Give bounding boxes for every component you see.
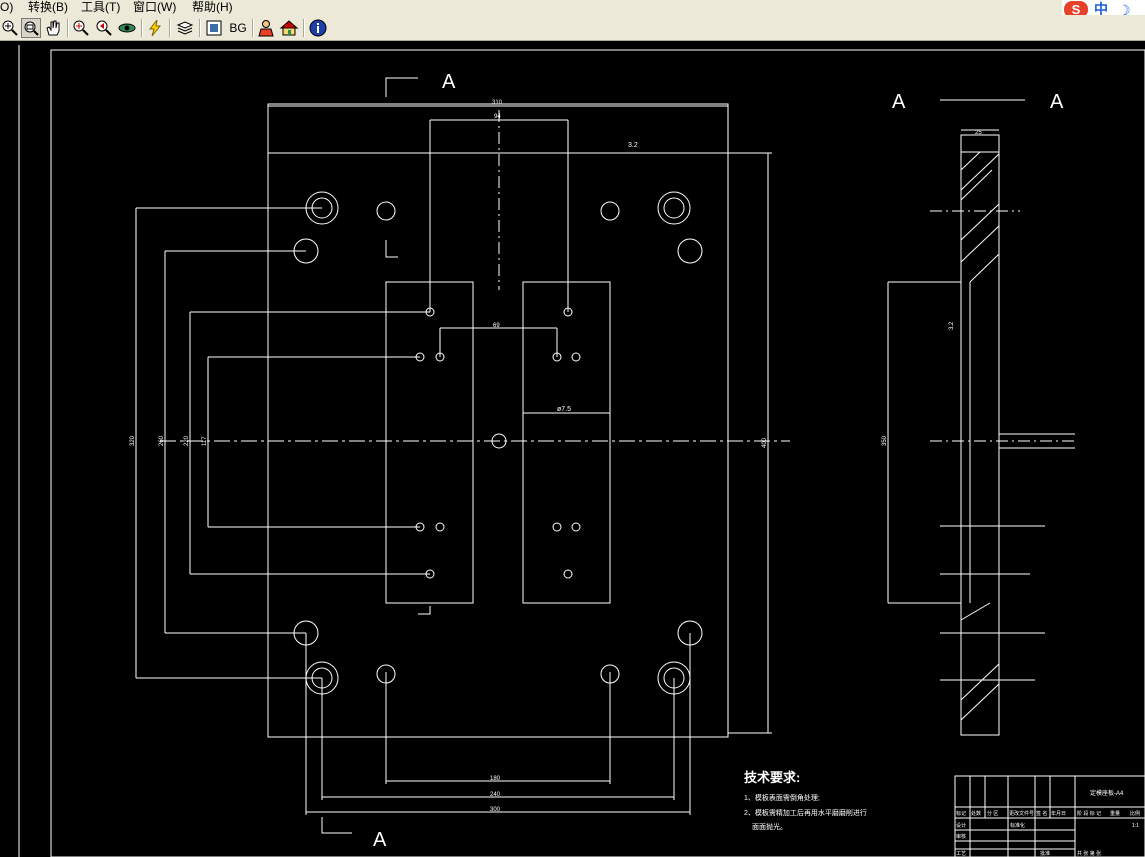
dim-overall-width: 310	[492, 100, 503, 106]
section-label-bottom: A	[373, 829, 387, 851]
section-label-top: A	[442, 71, 456, 93]
tech-requirement-line: 面面抛光。	[752, 822, 787, 831]
dim-side-thickness: 25	[975, 130, 982, 136]
menu-tools[interactable]: 工具(T)	[81, 0, 120, 14]
regen-button[interactable]	[145, 18, 165, 38]
tb-row-process: 工艺	[956, 851, 966, 857]
user-button[interactable]	[256, 18, 276, 38]
layers-button[interactable]	[175, 18, 195, 38]
magnifier-plus-icon	[2, 20, 18, 36]
tb-weight: 重量	[1110, 810, 1120, 817]
user-icon	[258, 20, 274, 37]
menu-view[interactable]: O)	[0, 0, 13, 14]
tech-requirement-line: 2、模板需精加工后再用水平磨磨削进行	[744, 808, 867, 817]
layers-icon	[176, 21, 194, 35]
frame-button[interactable]	[204, 18, 224, 38]
info-icon	[309, 19, 327, 37]
section-label-side-right: A	[1050, 91, 1064, 113]
eye-icon	[118, 23, 136, 33]
hand-icon	[46, 20, 60, 36]
tb-header-mark: 标记	[956, 810, 966, 817]
dim-bottom-mid: 240	[490, 792, 501, 798]
magnifier-window-icon	[24, 21, 39, 36]
tb-scale: 比例	[1130, 810, 1140, 817]
magnifier-realtime-icon	[73, 20, 89, 36]
slot-left	[385, 281, 474, 604]
cad-drawing-canvas[interactable]: A A A A 310 94 69 ø7.5 180 240 300 320 2…	[0, 40, 1145, 857]
tb-scale-value: 1:1	[1132, 823, 1139, 829]
plate-outline	[267, 103, 729, 738]
tb-sheet: 共 张 第 张	[1077, 850, 1101, 857]
home-icon	[279, 20, 299, 36]
tb-row-review: 审核	[956, 833, 966, 840]
pan-button[interactable]	[43, 18, 63, 38]
tb-header-sign: 签 名	[1036, 810, 1047, 817]
dim-side-slot: 350	[882, 435, 888, 446]
view-3d-button[interactable]	[117, 18, 137, 38]
menu-window[interactable]: 窗口(W)	[133, 0, 176, 14]
dim-slot-width: 94	[494, 114, 501, 120]
dim-left-outer: 320	[130, 435, 136, 446]
side-view-outline	[960, 134, 1000, 736]
magnifier-previous-icon	[96, 20, 112, 36]
dim-left-small: 117	[202, 436, 208, 446]
dim-bottom-inner: 180	[490, 776, 501, 782]
tb-approve: 批准	[1040, 850, 1050, 857]
background-button[interactable]: BG	[226, 18, 250, 38]
roughness-mark-top: 3.2	[628, 142, 638, 149]
zoom-realtime-button[interactable]	[71, 18, 91, 38]
home-button[interactable]	[279, 18, 299, 38]
menu-convert[interactable]: 转换(B)	[28, 0, 68, 14]
tb-standardization: 标准化	[1010, 822, 1025, 829]
zoom-previous-button[interactable]	[94, 18, 114, 38]
tech-requirement-line: 1、模板表面需倒角处理;	[744, 793, 820, 802]
tb-header-change: 更改文件号	[1009, 810, 1034, 817]
zoom-in-button[interactable]	[0, 18, 20, 38]
roughness-mark-side: 3.2	[949, 321, 955, 330]
section-label-side-left: A	[892, 91, 906, 113]
menu-help[interactable]: 帮助(H)	[192, 0, 233, 14]
tech-requirements-title: 技术要求:	[744, 770, 800, 785]
slot-right	[522, 281, 611, 604]
frame-icon	[206, 20, 222, 36]
dim-center-gap: 69	[493, 323, 500, 329]
part-name: 定模座板-A4	[1090, 789, 1124, 797]
toolbar: BG	[0, 15, 1145, 41]
tb-header-count: 处数	[971, 810, 981, 817]
about-button[interactable]	[308, 18, 328, 38]
dim-left-inner: 220	[184, 435, 190, 446]
tb-stage-mark: 阶 段 标 记	[1077, 810, 1101, 817]
tb-header-date: 年月日	[1051, 810, 1066, 817]
dim-left-mid: 260	[159, 435, 165, 446]
lightning-icon	[148, 19, 162, 37]
dim-slot-depth: ø7.5	[557, 406, 571, 413]
zoom-window-button[interactable]	[21, 18, 41, 38]
tb-row-design: 设计	[956, 822, 966, 829]
drawing-linework	[18, 45, 1145, 857]
dim-right-height: 400	[762, 437, 768, 448]
menu-bar: O) 转换(B) 工具(T) 窗口(W) 帮助(H)	[0, 0, 1145, 15]
dim-bottom-outer: 300	[490, 807, 501, 813]
tb-header-zone: 分 区	[987, 810, 998, 817]
